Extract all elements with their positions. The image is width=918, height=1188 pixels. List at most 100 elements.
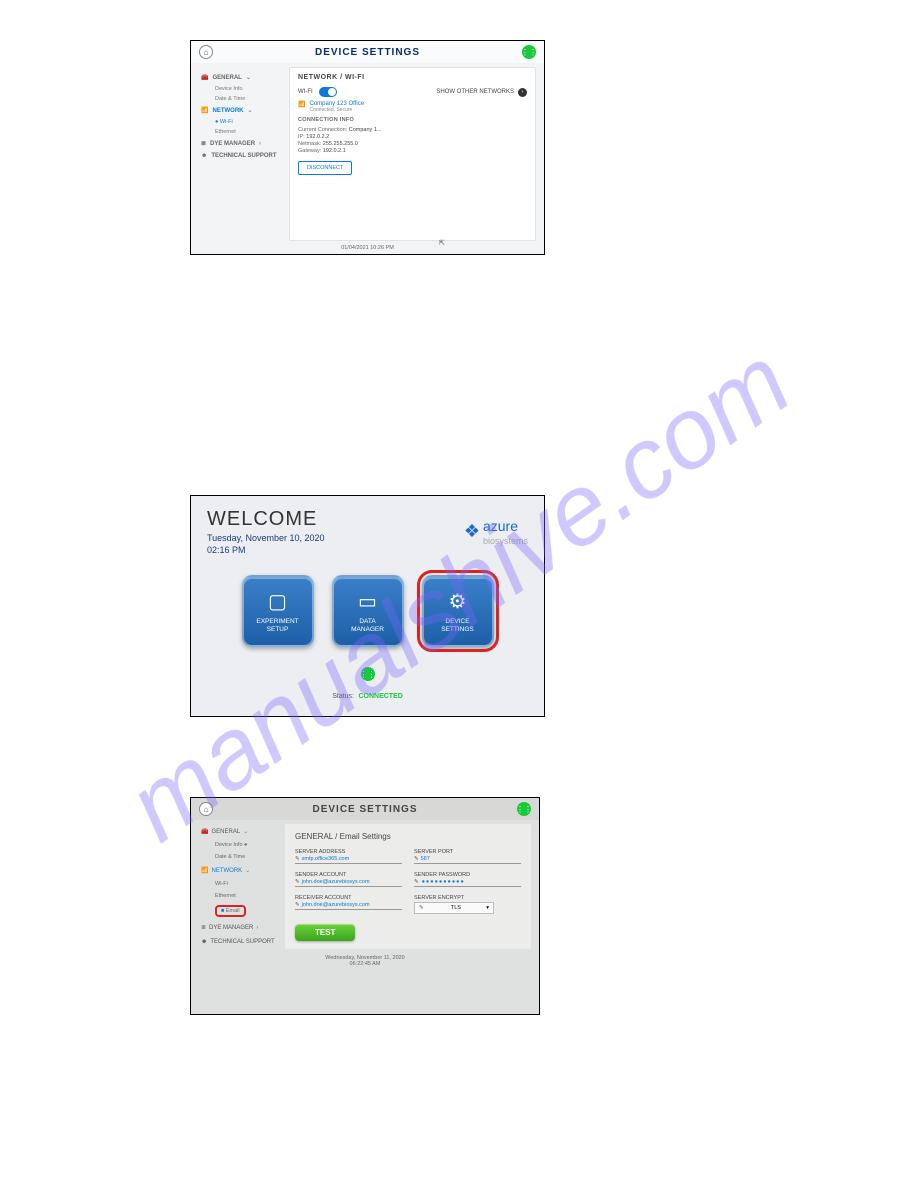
sidebar-item-general[interactable]: 🧰 GENERAL ⌄ <box>199 71 289 84</box>
footer-timestamp: 01/04/2021 10:26 PM <box>191 243 544 253</box>
field-sender-account[interactable]: SENDER ACCOUNT ✎john.doe@azurebiosys.com <box>295 872 402 887</box>
wifi-icon: 📶 <box>201 867 208 874</box>
wifi-icon: 📶 <box>298 101 305 108</box>
status-value: CONNECTED <box>358 693 402 700</box>
sidebar-label: DYE MANAGER <box>210 141 255 147</box>
field-value: 587 <box>421 856 430 862</box>
field-server-encrypt[interactable]: SERVER ENCRYPT ✎ TLS ▾ <box>414 895 521 914</box>
sidebar-item-dye-manager[interactable]: ≣ DYE MANAGER › <box>199 920 285 935</box>
person-icon: ☻ <box>201 153 207 159</box>
settings-panel: NETWORK / WI-FI WI-FI SHOW OTHER NETWORK… <box>289 67 536 241</box>
edit-icon: ✎ <box>295 879 300 885</box>
wifi-icon: 📶 <box>201 107 208 114</box>
sidebar-label: GENERAL <box>212 75 241 81</box>
toolbox-icon: 🧰 <box>201 828 208 835</box>
sliders-icon: ≣ <box>201 924 206 931</box>
edit-icon: ✎ <box>419 905 424 911</box>
welcome-title: WELCOME <box>207 508 325 531</box>
info-netmask: Netmask: 255.255.255.0 <box>298 141 527 147</box>
wifi-status-icon[interactable]: ⋮⋮ <box>361 667 375 681</box>
sidebar-sub-wifi[interactable]: Wi-Fi <box>199 878 285 890</box>
logo: ❖ azure biosystems <box>464 508 528 555</box>
screenshot-welcome: WELCOME Tuesday, November 10, 2020 02:16… <box>190 495 545 717</box>
sidebar-label: TECHNICAL SUPPORT <box>210 939 274 945</box>
home-button[interactable]: ⌂ <box>199 802 213 816</box>
chevron-down-icon: ⌄ <box>243 828 248 835</box>
test-button[interactable]: TEST <box>295 924 355 941</box>
sidebar: 🧰 GENERAL ⌄ Device Info ● Date & Time 📶 … <box>199 824 285 949</box>
gear-icon: ⚙ <box>449 589 467 614</box>
experiment-setup-button[interactable]: ▢ EXPERIMENT SETUP <box>242 575 314 647</box>
sidebar-item-network[interactable]: 📶 NETWORK ⌄ <box>199 104 289 117</box>
sidebar-sub-ethernet[interactable]: Ethernet <box>199 890 285 902</box>
cursor-icon: ⇱ <box>439 239 445 247</box>
disconnect-button[interactable]: DISCONNECT <box>298 161 352 175</box>
logo-icon: ❖ <box>464 521 480 542</box>
sidebar-sub-email[interactable]: ■ Email <box>199 902 285 920</box>
sidebar-label: TECHNICAL SUPPORT <box>211 153 276 159</box>
sidebar-item-dye-manager[interactable]: ≣ DYE MANAGER › <box>199 137 289 150</box>
sidebar-item-technical-support[interactable]: ☻ TECHNICAL SUPPORT <box>199 935 285 949</box>
toolbox-icon: 🧰 <box>201 74 208 81</box>
chevron-down-icon: ⌄ <box>247 107 252 114</box>
status-label: Status: <box>332 693 354 700</box>
field-label: SERVER ADDRESS <box>295 849 402 855</box>
sidebar-item-general[interactable]: 🧰 GENERAL ⌄ <box>199 824 285 839</box>
wifi-status-icon[interactable]: ⋮⋮ <box>522 45 536 59</box>
sidebar-sub-device-info[interactable]: Device Info <box>199 84 289 94</box>
chevron-down-icon: ⌄ <box>246 74 251 81</box>
welcome-date: Tuesday, November 10, 2020 <box>207 533 325 543</box>
field-server-port[interactable]: SERVER PORT ✎587 <box>414 849 521 864</box>
sidebar-sub-ethernet[interactable]: Ethernet <box>199 127 289 137</box>
page-title: DEVICE SETTINGS <box>312 804 417 815</box>
home-button[interactable]: ⌂ <box>199 45 213 59</box>
button-label: EXPERIMENT SETUP <box>256 618 298 634</box>
select-value: TLS <box>451 905 461 911</box>
field-value: ●●●●●●●●●● <box>422 879 465 885</box>
sidebar-sub-date-time[interactable]: Date & Time <box>199 94 289 104</box>
field-label: SERVER PORT <box>414 849 521 855</box>
sidebar-label: GENERAL <box>211 829 240 835</box>
panel-heading: NETWORK / WI-FI <box>298 74 527 81</box>
page-title: DEVICE SETTINGS <box>315 47 420 58</box>
sidebar-item-network[interactable]: 📶 NETWORK ⌄ <box>199 863 285 878</box>
info-ip: IP: 192.0.2.2 <box>298 134 527 140</box>
sidebar: 🧰 GENERAL ⌄ Device Info Date & Time 📶 NE… <box>199 67 289 241</box>
logo-text: azure <box>483 518 518 534</box>
field-receiver-account[interactable]: RECEIVER ACCOUNT ✎john.doe@azurebiosys.c… <box>295 895 402 914</box>
sidebar-sub-date-time[interactable]: Date & Time <box>199 851 285 863</box>
info-gateway: Gateway: 192.0.2.1 <box>298 148 527 154</box>
status-dot-icon: ● <box>244 842 247 848</box>
edit-icon: ✎ <box>414 879 420 885</box>
sidebar-sub-device-info[interactable]: Device Info ● <box>199 839 285 851</box>
field-value: smtp.office365.com <box>302 856 350 862</box>
field-value: john.doe@azurebiosys.com <box>302 902 370 908</box>
sidebar-item-technical-support[interactable]: ☻ TECHNICAL SUPPORT <box>199 150 289 162</box>
header-bar: ⌂ DEVICE SETTINGS ⋮⋮ <box>191 41 544 63</box>
edit-icon: ✎ <box>295 856 300 862</box>
device-settings-button[interactable]: ⚙ DEVICE SETTINGS <box>422 575 494 647</box>
field-server-address[interactable]: SERVER ADDRESS ✎smtp.office365.com <box>295 849 402 864</box>
logo-subtext: biosystems <box>483 536 528 546</box>
edit-icon: ✎ <box>295 902 300 908</box>
edit-icon: ✎ <box>414 856 419 862</box>
button-label: DEVICE SETTINGS <box>441 618 474 634</box>
connection-info-heading: CONNECTION INFO <box>298 117 527 123</box>
person-icon: ☻ <box>201 939 207 945</box>
field-sender-password[interactable]: SENDER PASSWORD ✎●●●●●●●●●● <box>414 872 521 887</box>
welcome-time: 02:16 PM <box>207 545 325 555</box>
encrypt-select[interactable]: ✎ TLS ▾ <box>414 902 494 914</box>
wifi-toggle[interactable] <box>319 87 337 97</box>
sidebar-label: DYE MANAGER <box>209 925 253 931</box>
wifi-label: WI-FI <box>298 89 313 95</box>
chevron-right-icon[interactable]: › <box>518 88 527 97</box>
data-manager-button[interactable]: ▭ DATA MANAGER <box>332 575 404 647</box>
sliders-icon: ≣ <box>201 140 206 147</box>
screenshot-device-settings-wifi: ⌂ DEVICE SETTINGS ⋮⋮ 🧰 GENERAL ⌄ Device … <box>190 40 545 255</box>
wifi-status-icon[interactable]: ⋮⋮ <box>517 802 531 816</box>
show-other-networks-label: SHOW OTHER NETWORKS <box>436 89 514 95</box>
settings-panel: GENERAL / Email Settings SERVER ADDRESS … <box>285 824 531 949</box>
chevron-down-icon: ⌄ <box>245 867 250 874</box>
email-highlight: ■ Email <box>215 905 246 917</box>
sidebar-sub-wifi[interactable]: Wi-Fi <box>199 117 289 127</box>
